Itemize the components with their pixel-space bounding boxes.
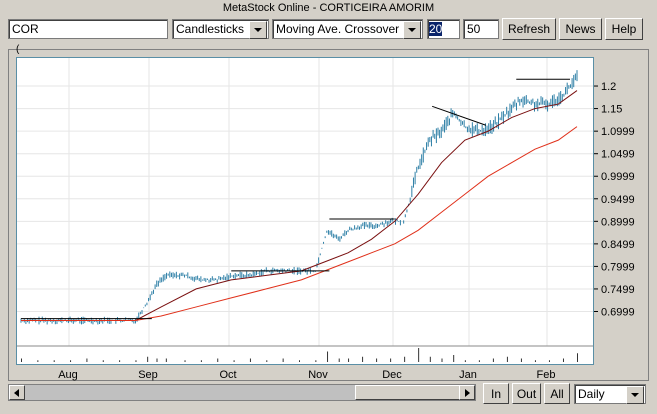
horizontal-scrollbar[interactable] [8, 384, 476, 401]
volume-bar [492, 358, 494, 362]
volume-bar [464, 360, 466, 362]
volume-bar [217, 358, 219, 362]
y-tick-label: 0.7999 [601, 261, 635, 273]
zoom-out-button[interactable]: Out [512, 383, 541, 404]
help-button[interactable]: Help [605, 18, 643, 40]
volume-bar [266, 360, 268, 362]
price-chart[interactable] [17, 58, 593, 364]
short-period-value: 20 [429, 22, 443, 36]
y-tick-label: 0.6999 [601, 306, 635, 318]
x-tick-label: Oct [219, 369, 236, 381]
x-tick-label: Jan [459, 369, 477, 381]
volume-bar [37, 360, 39, 362]
chart-style-value: Candlesticks [176, 22, 245, 36]
scroll-thumb[interactable] [355, 385, 465, 400]
x-tick-label: Aug [58, 369, 78, 381]
chart-plot-area[interactable] [16, 57, 594, 365]
volume-bar [441, 358, 443, 362]
interval-select[interactable]: Daily [574, 384, 646, 404]
volume-bar [376, 358, 378, 362]
y-axis: 1.2 1.15 1.0999 1.0499 0.9999 0.9499 0.8999 0.8… [594, 81, 635, 318]
volume-bar [562, 358, 564, 362]
volume-bar [577, 353, 578, 362]
volume-bar [534, 360, 536, 362]
symbol-input[interactable]: COR [8, 19, 168, 39]
volume-bar [119, 360, 121, 362]
y-tick-label: 0.9499 [601, 194, 635, 206]
x-tick-label: Nov [308, 369, 328, 381]
window-title: MetaStock Online - CORTICEIRA AMORIM [222, 2, 435, 14]
indicator-value: Moving Ave. Crossover [276, 22, 400, 36]
trend-line [431, 105, 487, 126]
zoom-in-button[interactable]: In [483, 383, 509, 404]
scroll-left-icon[interactable] [9, 385, 25, 400]
volume-bar [338, 358, 340, 362]
chevron-down-icon[interactable] [249, 21, 267, 39]
volume-bar [70, 360, 72, 362]
volume-bar [53, 360, 55, 362]
y-tick-label: 1.15 [601, 104, 622, 116]
volume-bar [362, 356, 364, 362]
volume-bar [147, 356, 149, 362]
volume-bar [418, 348, 420, 362]
volume-bar [86, 358, 88, 362]
volume-bar [453, 355, 455, 362]
volume-bar [348, 358, 350, 362]
volume-bar [429, 356, 431, 362]
interval-value: Daily [578, 387, 605, 401]
volume-bar [548, 360, 550, 362]
indicator-select[interactable]: Moving Ave. Crossover [272, 19, 423, 39]
y-tick-label: 0.8499 [601, 239, 635, 251]
volume-bar [200, 360, 202, 362]
volume-bar [299, 360, 300, 362]
volume-bar [315, 360, 317, 362]
corner-mark: ( [16, 44, 20, 55]
short-period-input[interactable]: 20 [427, 19, 460, 39]
y-tick-label: 0.8999 [601, 216, 635, 228]
volume-bar [404, 356, 406, 362]
chart-style-select[interactable]: Candlesticks [172, 19, 269, 39]
volume-bar [506, 356, 508, 362]
ma-long-line [21, 126, 578, 321]
y-tick-label: 0.7499 [601, 284, 635, 296]
long-period-input[interactable]: 50 [463, 19, 499, 39]
refresh-button[interactable]: Refresh [502, 18, 556, 40]
volume-bar [135, 360, 137, 362]
x-axis: Aug Sep Oct Nov Dec Jan Feb [58, 369, 556, 381]
volume-bar [156, 358, 158, 362]
volume-bar [520, 358, 522, 362]
news-button[interactable]: News [559, 18, 602, 40]
y-tick-label: 0.9999 [601, 171, 635, 183]
volume-bar [249, 358, 251, 362]
volume-bar [233, 360, 235, 362]
volume-bar [165, 358, 167, 362]
volume-bar [102, 360, 104, 362]
volume-bar [21, 358, 22, 362]
x-tick-label: Sep [138, 369, 158, 381]
volume-bar [478, 360, 480, 362]
volume-bar [282, 358, 284, 362]
x-tick-label: Dec [382, 369, 402, 381]
y-tick-label: 1.0999 [601, 126, 635, 138]
volume-bar [184, 360, 186, 362]
zoom-all-button[interactable]: All [544, 383, 570, 404]
volume-bar [327, 351, 329, 362]
volume-bar [390, 358, 392, 362]
y-tick-label: 1.2 [601, 81, 616, 93]
chevron-down-icon[interactable] [403, 21, 421, 39]
chevron-down-icon[interactable] [626, 386, 644, 404]
x-tick-label: Feb [537, 369, 556, 381]
y-tick-label: 1.0499 [601, 149, 635, 161]
scroll-right-icon[interactable] [459, 385, 475, 400]
